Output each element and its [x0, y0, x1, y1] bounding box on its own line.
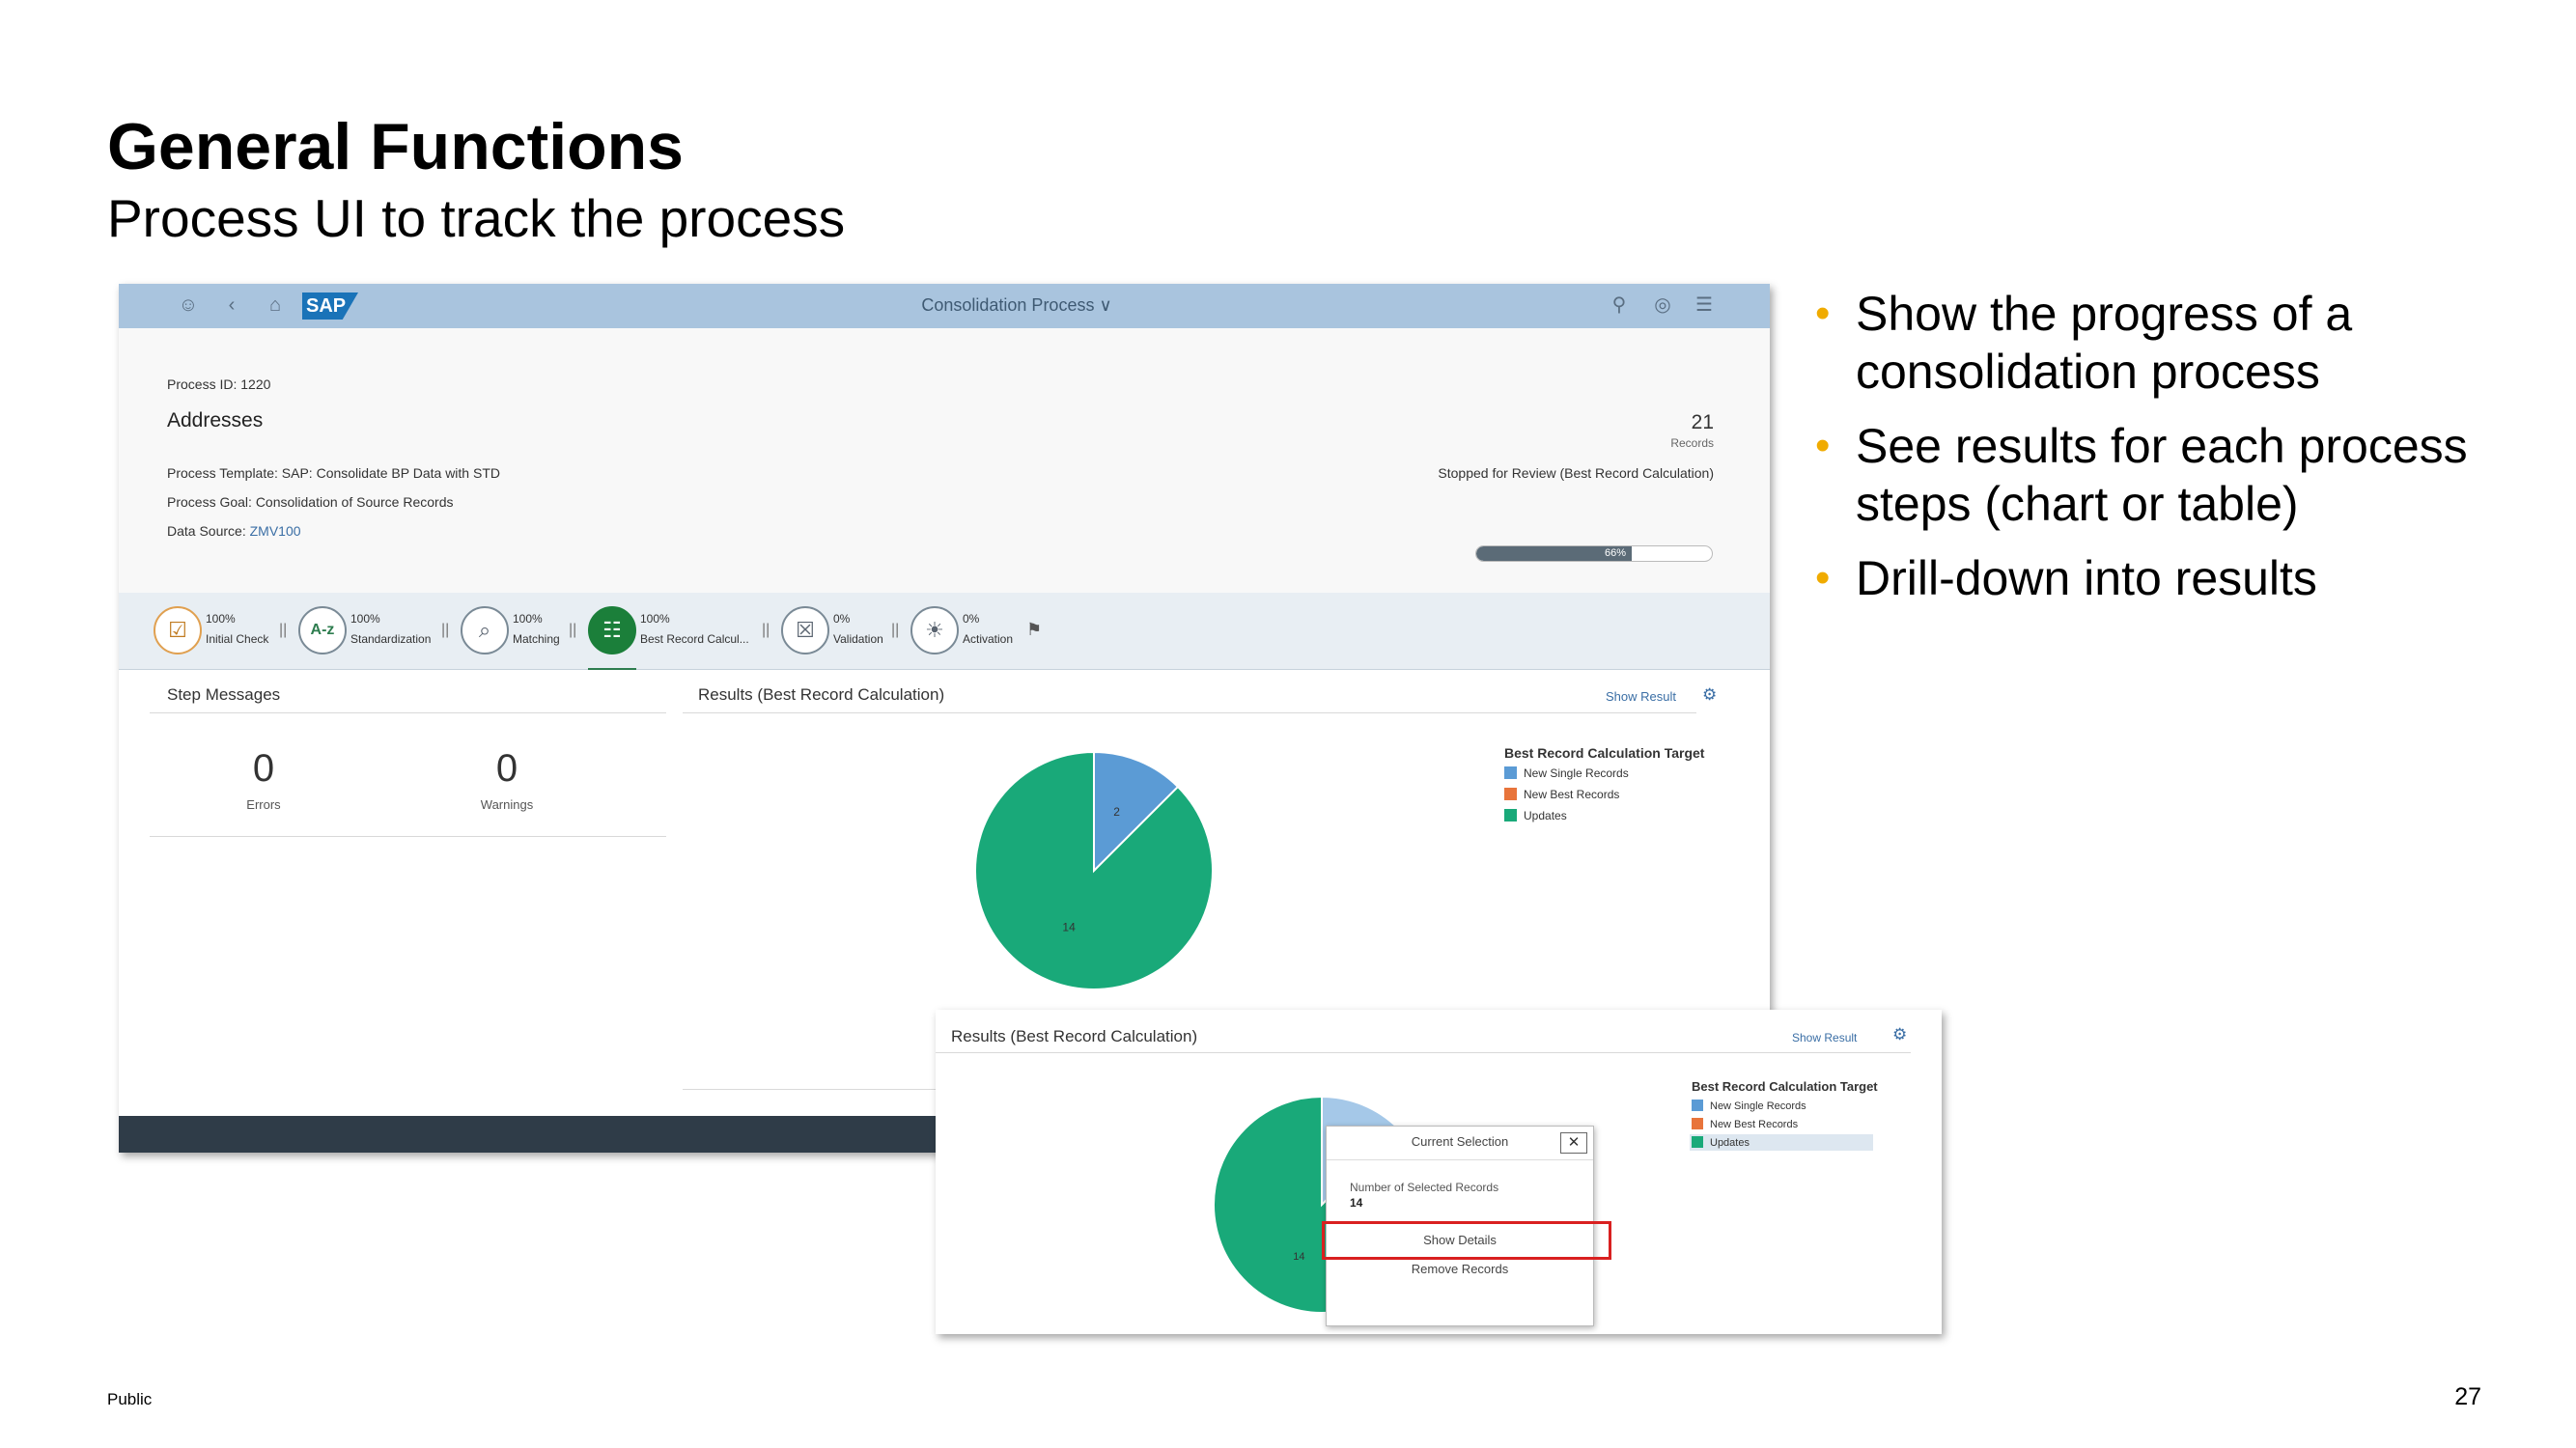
legend-swatch	[1692, 1118, 1703, 1129]
step-name: Initial Check	[206, 632, 269, 646]
warnings-label: Warnings	[480, 797, 534, 812]
zoom-legend-item-new-single[interactable]: New Single Records	[1692, 1100, 1806, 1112]
zoom-legend-item-new-best[interactable]: New Best Records	[1692, 1118, 1798, 1130]
errors-label: Errors	[246, 797, 281, 812]
bullet-item: • Drill-down into results	[1815, 551, 2317, 605]
records-label: Records	[1670, 436, 1714, 450]
progress-label: 66%	[1605, 547, 1627, 559]
results-title: Results (Best Record Calculation)	[698, 685, 945, 704]
legend-swatch	[1504, 788, 1517, 800]
step-percent: 100%	[206, 612, 236, 626]
step-name: Best Record Calcul...	[640, 632, 749, 646]
pie-data-label: 2	[1113, 805, 1120, 819]
selected-records-value: 14	[1350, 1196, 1363, 1210]
step-percent: 100%	[513, 612, 543, 626]
divider	[150, 712, 666, 713]
step-percent: 0%	[963, 612, 980, 626]
step-name: Standardization	[350, 632, 432, 646]
legend-item-new-single[interactable]: New Single Records	[1504, 766, 1629, 780]
zoom-show-result-link[interactable]: Show Result	[1792, 1031, 1857, 1044]
highlight-box	[1322, 1221, 1611, 1260]
legend-swatch	[1692, 1136, 1703, 1148]
step-name: Matching	[513, 632, 560, 646]
step-percent: 100%	[640, 612, 670, 626]
step-separator: ||	[569, 622, 577, 638]
step-name: Validation	[833, 632, 883, 646]
legend-swatch	[1504, 766, 1517, 779]
pie-data-label: 14	[1293, 1251, 1304, 1263]
shell-bar: ☺ ‹ ⌂ SAP Consolidation Process ∨ ⚲ ◎ ☰	[119, 284, 1770, 328]
bullet-dot-icon: •	[1815, 422, 1831, 469]
globe-icon[interactable]: ◎	[1649, 292, 1676, 319]
legend-swatch	[1504, 809, 1517, 821]
process-steps-bar: ☑ 100% Initial Check || A-z 100% Standardizati…	[119, 593, 1770, 671]
zoom-settings-icon[interactable]: ⚙	[1892, 1025, 1907, 1044]
results-pie-chart[interactable]: 2 14	[968, 747, 1219, 998]
user-icon[interactable]: ☺	[175, 292, 202, 319]
step-separator: ||	[891, 622, 900, 638]
progress-fill: 66%	[1476, 546, 1633, 561]
zoom-legend-item-updates-selected[interactable]: Updates	[1690, 1134, 1873, 1151]
process-status: Stopped for Review (Best Record Calculat…	[1438, 465, 1714, 481]
process-template: Process Template: SAP: Consolidate BP Da…	[167, 465, 500, 481]
step-percent: 100%	[350, 612, 380, 626]
legend-item-new-best[interactable]: New Best Records	[1504, 788, 1619, 801]
popover-header: Current Selection	[1411, 1134, 1509, 1149]
divider	[936, 1052, 1911, 1053]
legend-swatch	[1692, 1100, 1703, 1111]
bullet-dot-icon: •	[1815, 290, 1831, 337]
slide-subtitle: Process UI to track the process	[107, 188, 846, 248]
legend-item-updates[interactable]: Updates	[1504, 809, 1567, 822]
divider	[683, 712, 1696, 713]
step-messages-title: Step Messages	[167, 685, 281, 704]
step-percent: 0%	[833, 612, 851, 626]
progress-indicator: 66%	[1475, 545, 1713, 562]
warnings-count[interactable]: 0	[478, 747, 536, 791]
step-separator: ||	[279, 622, 288, 638]
back-icon[interactable]: ‹	[218, 292, 245, 319]
bullet-item: • See results for each process steps (cha…	[1815, 419, 2468, 531]
slide-title: General Functions	[107, 110, 684, 183]
a-z-icon: A-z	[298, 606, 347, 654]
show-result-link[interactable]: Show Result	[1606, 689, 1676, 704]
process-id: Process ID: 1220	[167, 376, 271, 392]
legend-title: Best Record Calculation Target	[1504, 745, 1705, 761]
data-source: Data Source: ZMV100	[167, 523, 301, 539]
records-count: 21	[1691, 411, 1714, 433]
zoomed-results-panel: Results (Best Record Calculation) Show R…	[936, 1010, 1942, 1334]
lightbulb-icon: ☀	[910, 606, 959, 654]
object-title: Addresses	[167, 409, 264, 432]
page-number: 27	[2454, 1383, 2481, 1410]
bullet-list: • Show the progress of a consolidation pr…	[1815, 285, 2549, 624]
classification-label: Public	[107, 1390, 153, 1408]
menu-icon[interactable]: ☰	[1691, 292, 1718, 319]
magnifier-icon: ⌕	[461, 606, 509, 654]
step-separator: ||	[762, 622, 770, 638]
home-icon[interactable]: ⌂	[262, 292, 289, 319]
remove-records-button[interactable]: Remove Records	[1327, 1262, 1593, 1276]
settings-icon[interactable]: ⚙	[1702, 685, 1717, 705]
pie-slice-updates[interactable]	[974, 750, 1214, 990]
errors-count[interactable]: 0	[235, 747, 293, 791]
validation-icon: ☒	[781, 606, 829, 654]
step-name: Activation	[963, 632, 1014, 646]
sap-logo[interactable]: SAP	[302, 292, 358, 320]
process-goal: Process Goal: Consolidation of Source Re…	[167, 494, 454, 510]
checklist-icon: ☑	[154, 606, 202, 654]
zoom-legend-title: Best Record Calculation Target	[1692, 1079, 1878, 1094]
close-icon[interactable]: ✕	[1560, 1132, 1587, 1154]
bullet-dot-icon: •	[1815, 554, 1831, 601]
step-separator: ||	[441, 622, 450, 638]
selected-records-label: Number of Selected Records	[1350, 1181, 1499, 1194]
zoom-results-title: Results (Best Record Calculation)	[951, 1027, 1198, 1045]
app-title-menu[interactable]: Consolidation Process ∨	[843, 292, 1190, 319]
pie-data-label: 14	[1062, 921, 1076, 934]
flag-icon: ⚑	[1026, 620, 1043, 639]
clipboard-icon: ☷	[588, 606, 636, 654]
divider	[1327, 1159, 1593, 1160]
divider	[150, 836, 666, 837]
bullet-item: • Show the progress of a consolidation pr…	[1815, 287, 2353, 399]
search-icon[interactable]: ⚲	[1606, 292, 1633, 319]
data-source-link[interactable]: ZMV100	[250, 523, 301, 539]
